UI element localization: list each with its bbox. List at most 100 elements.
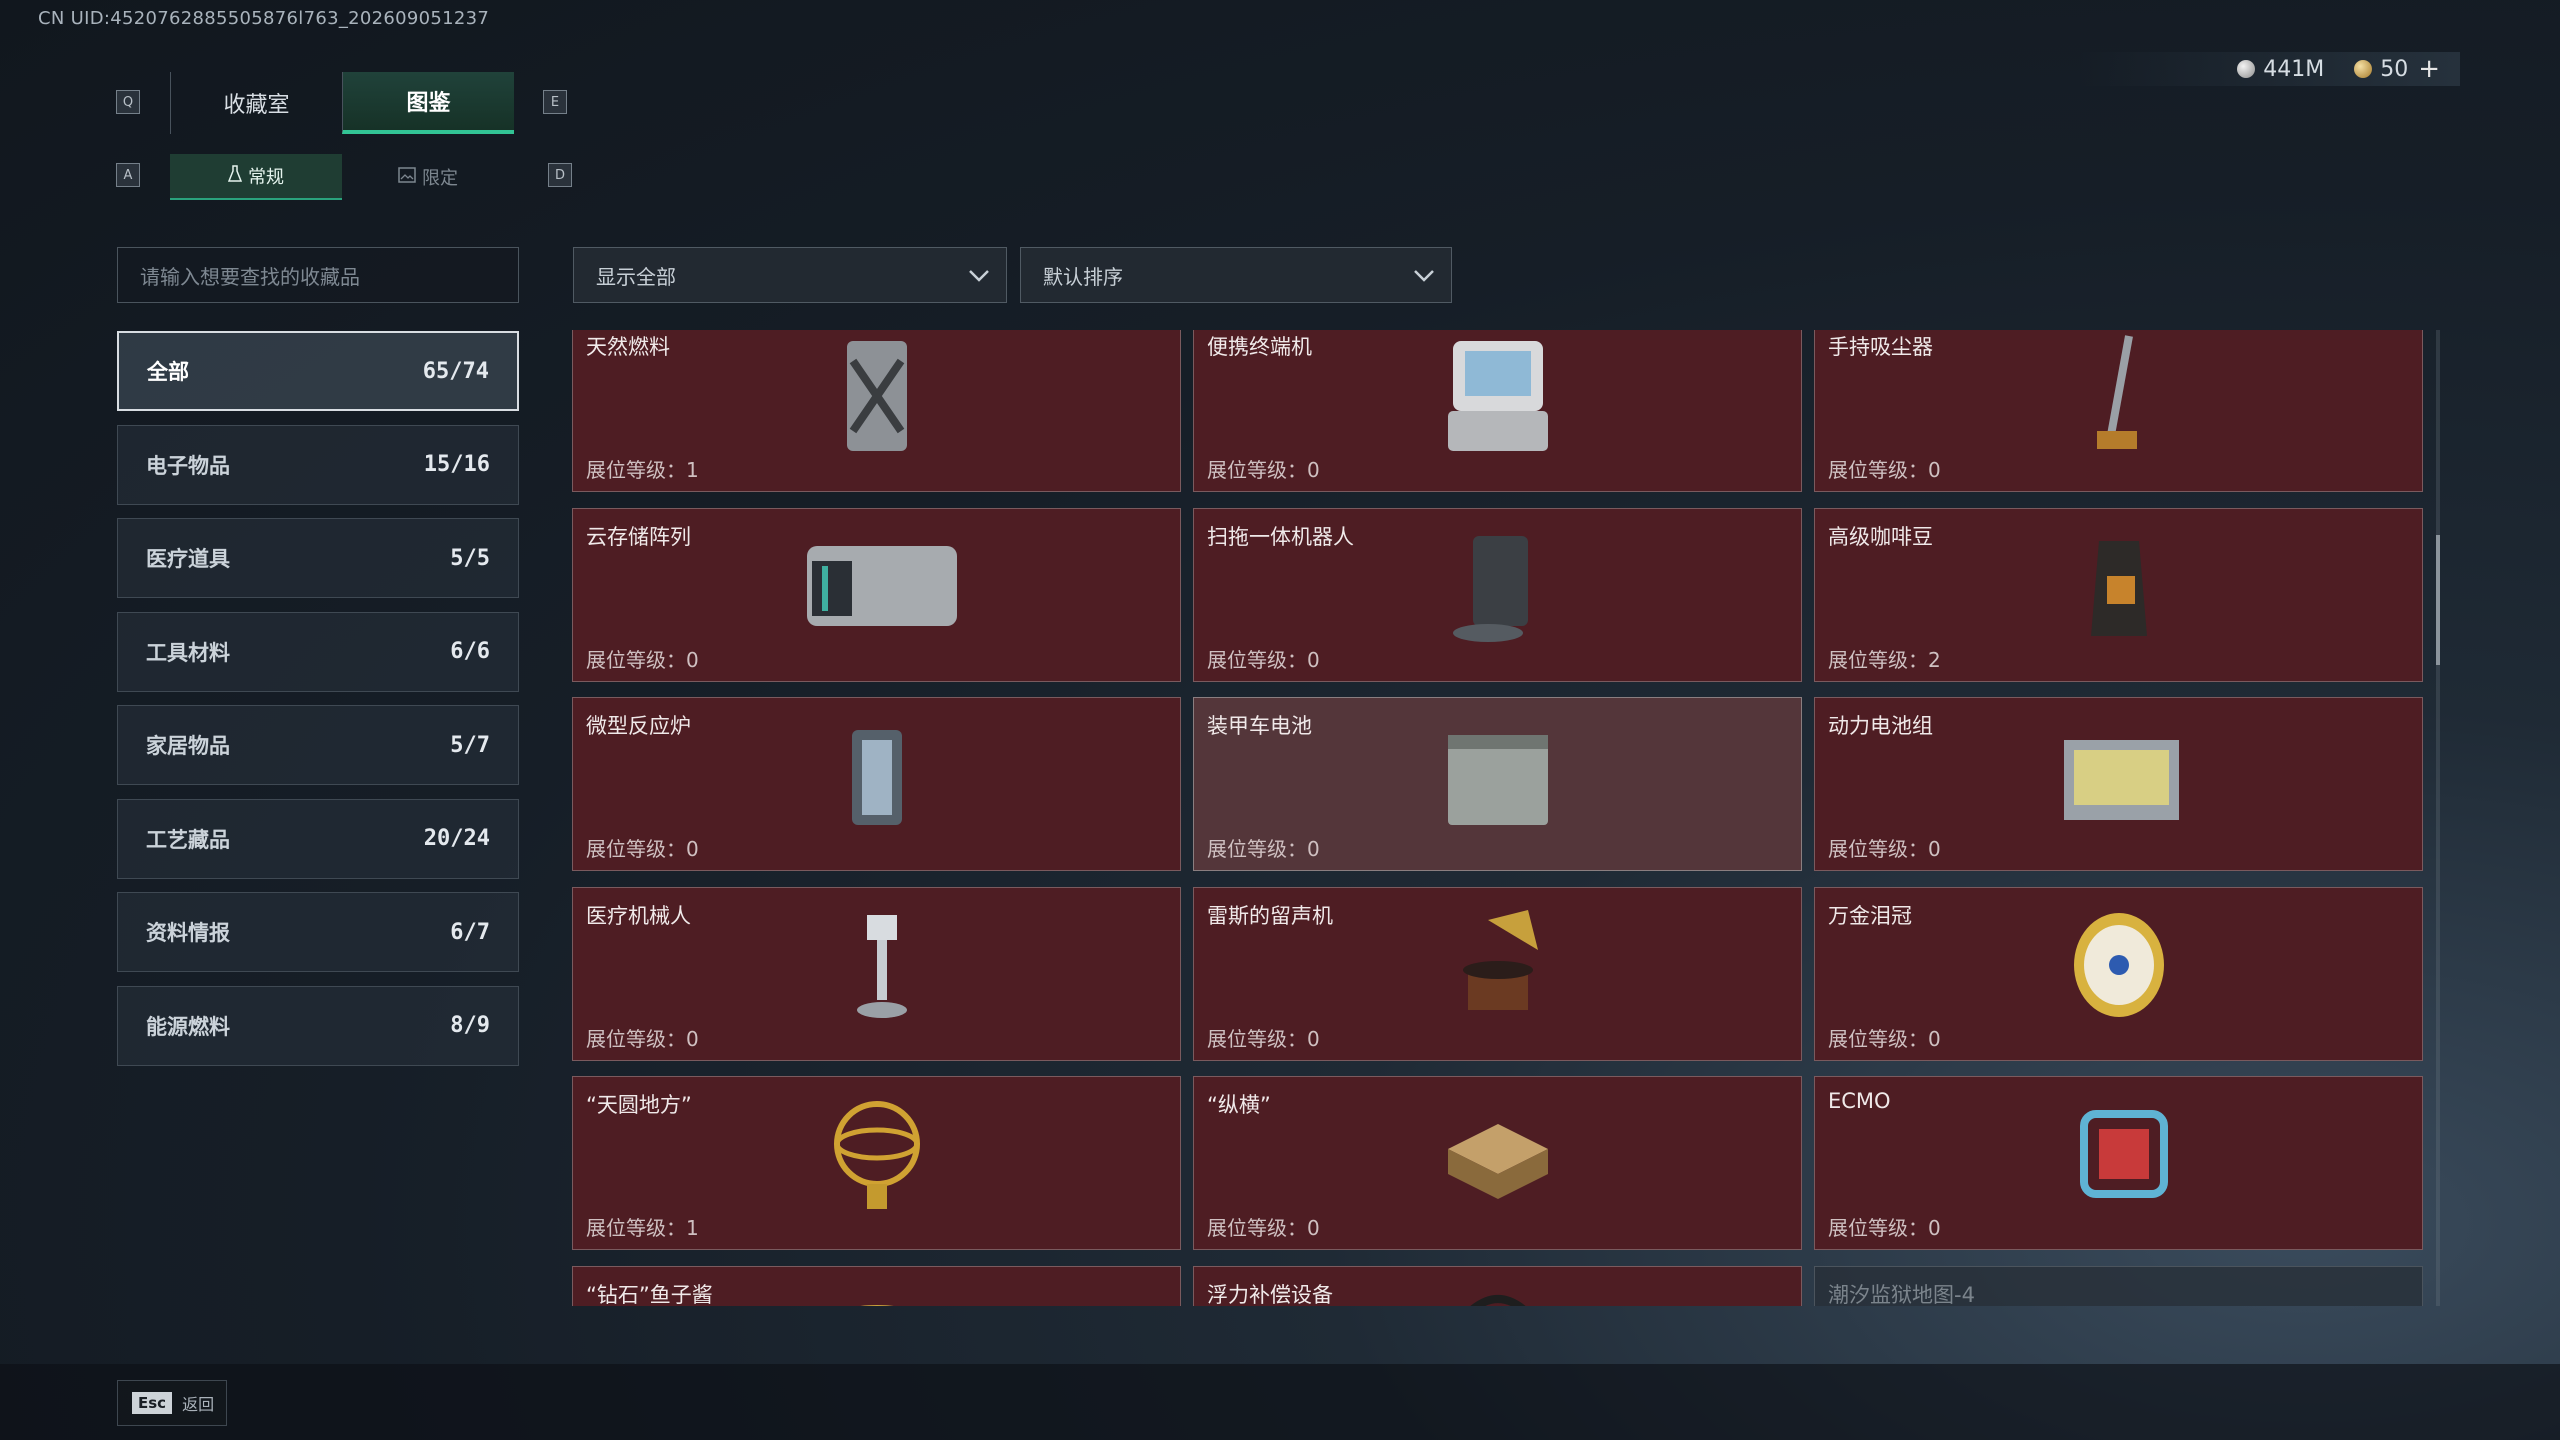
collection-card[interactable]: 动力电池组 展位等级：0 [1814, 697, 2423, 871]
item-level: 展位等级：0 [1207, 458, 1320, 482]
armillary-sphere-icon [833, 1101, 920, 1209]
category-list: 全部 65/74 电子物品 15/16 医疗道具 5/5 工具材料 6/6 家居… [117, 331, 519, 1079]
collection-card[interactable]: “天圆地方” 展位等级：1 [572, 1076, 1181, 1250]
gramophone-icon [1462, 909, 1538, 1010]
collection-card[interactable]: 万金泪冠 展位等级：0 [1814, 886, 2423, 1061]
item-level: 展位等级：0 [1207, 1026, 1320, 1051]
category-count: 65/74 [422, 358, 489, 384]
medical-robot-icon [856, 914, 907, 1018]
collection-card[interactable]: 浮力补偿设备 [1193, 1265, 1802, 1306]
category-label: 全部 [147, 360, 189, 384]
subtab-limited[interactable]: 限定 [342, 154, 514, 200]
sub-tabs: 常规 限定 [170, 154, 514, 200]
jeweled-egg-icon [2073, 912, 2164, 1017]
item-grid: 天然燃料 展位等级：1 便携终端机 展位等级：0 手持吸尘器 展位等级：0 云存储阵列 展位等… [572, 330, 2424, 1306]
server-icon [806, 545, 957, 626]
collection-card[interactable]: 手持吸尘器 展位等级：0 [1814, 330, 2423, 492]
category-household[interactable]: 家居物品 5/7 [117, 705, 519, 785]
category-tools[interactable]: 工具材料 6/6 [117, 611, 519, 692]
category-count: 6/7 [450, 919, 490, 945]
item-name: 高级咖啡豆 [1828, 524, 1933, 549]
sort-dropdown[interactable]: 默认排序 [1020, 247, 1452, 303]
category-all[interactable]: 全部 65/74 [117, 331, 519, 411]
map-icon [2029, 1279, 2209, 1307]
fuel-can-icon [846, 341, 907, 451]
search-input[interactable]: 请输入想要查找的收藏品 [117, 247, 519, 303]
item-level: 展位等级：0 [1207, 647, 1320, 672]
collection-card[interactable]: 扫拖一体机器人 展位等级：0 [1193, 507, 1802, 682]
collection-card[interactable]: 微型反应炉展位等级：0 [572, 697, 1181, 871]
subtab-regular-label: 常规 [248, 167, 284, 188]
category-label: 资料情报 [146, 921, 230, 945]
item-level: 展位等级：1 [586, 458, 699, 482]
item-name: 医疗机械人 [586, 903, 691, 928]
collection-card[interactable]: 雷斯的留声机 展位等级：0 [1193, 886, 1802, 1061]
item-name: 潮汐监狱地图-4 [1828, 1282, 1975, 1307]
subtab-regular[interactable]: 常规 [170, 154, 342, 200]
category-label: 能源燃料 [146, 1014, 230, 1039]
collection-card[interactable]: 云存储阵列 展位等级：0 [572, 507, 1181, 682]
category-energy[interactable]: 能源燃料 8/9 [117, 985, 519, 1066]
collection-card[interactable]: 装甲车电池展位等级：0 [1193, 697, 1802, 871]
back-button[interactable]: Esc 返回 [117, 1380, 227, 1426]
item-name: 天然燃料 [586, 335, 670, 359]
collection-card[interactable]: 潮汐监狱地图-4 [1814, 1265, 2423, 1307]
silver-currency: 441M [2237, 57, 2324, 82]
item-name: 云存储阵列 [586, 524, 691, 549]
collection-card[interactable]: 便携终端机展位等级：0 [1193, 330, 1802, 492]
image-icon [398, 166, 416, 188]
tab-catalog[interactable]: 图鉴 [342, 72, 514, 134]
silver-coin-icon [2237, 60, 2256, 78]
filter-dropdown[interactable]: 显示全部 [573, 247, 1007, 303]
item-name: 装甲车电池 [1207, 714, 1312, 738]
battery-icon [1447, 735, 1548, 825]
vacuum-icon [2096, 335, 2137, 449]
item-name: 微型反应炉 [586, 714, 691, 738]
main-tabs: 收藏室 图鉴 [170, 72, 514, 134]
chevron-down-icon [969, 270, 989, 282]
reactor-icon [851, 730, 902, 825]
collection-card[interactable]: 医疗机械人 展位等级：0 [572, 886, 1181, 1061]
category-count: 15/16 [423, 452, 490, 477]
scrollbar-thumb[interactable] [2436, 535, 2440, 665]
item-level: 展位等级：0 [586, 837, 699, 861]
subtab-limited-label: 限定 [422, 168, 458, 189]
category-label: 工具材料 [146, 640, 230, 665]
esc-key: Esc [132, 1392, 173, 1414]
collection-card[interactable]: 天然燃料展位等级：1 [572, 330, 1181, 492]
key-a-hint: A [116, 163, 140, 187]
category-crafts[interactable]: 工艺藏品 20/24 [117, 798, 519, 879]
category-label: 电子物品 [146, 453, 230, 478]
item-name: “纵横” [1207, 1093, 1271, 1117]
item-level: 展位等级：0 [1207, 1216, 1320, 1240]
collection-card[interactable]: “纵横” 展位等级：0 [1193, 1076, 1802, 1250]
category-electronics[interactable]: 电子物品 15/16 [117, 424, 519, 505]
category-count: 5/7 [450, 732, 490, 758]
item-name: 便携终端机 [1207, 335, 1312, 359]
collection-card[interactable]: “钻石”鱼子酱 [572, 1265, 1181, 1306]
item-name: ECMO [1828, 1089, 1891, 1113]
collection-card[interactable]: ECMO 展位等级：0 [1814, 1076, 2423, 1250]
category-medical[interactable]: 医疗道具 5/5 [117, 518, 519, 598]
chevron-down-icon [1414, 270, 1434, 282]
add-currency-button[interactable]: + [2418, 54, 2440, 84]
category-count: 6/6 [450, 639, 490, 664]
filter-value: 显示全部 [596, 264, 676, 289]
collection-card[interactable]: 高级咖啡豆 展位等级：2 [1814, 507, 2423, 682]
scrollbar[interactable] [2436, 330, 2440, 1306]
gold-amount: 50 [2380, 56, 2409, 82]
tab-collection-room[interactable]: 收藏室 [170, 72, 342, 134]
item-level: 展位等级：1 [586, 1216, 699, 1240]
category-label: 工艺藏品 [146, 827, 230, 852]
battery-pack-icon [2063, 740, 2179, 820]
item-level: 展位等级：0 [1828, 458, 1941, 482]
item-level: 展位等级：0 [1828, 1216, 1941, 1240]
coffee-bag-icon [2090, 540, 2147, 636]
key-e-hint: E [543, 90, 567, 114]
category-count: 5/5 [450, 545, 490, 571]
category-intel[interactable]: 资料情报 6/7 [117, 892, 519, 972]
uid-label: CN UID:4520762885505876l763_202609051237 [38, 8, 490, 29]
item-name: 动力电池组 [1828, 714, 1933, 738]
item-level: 展位等级：0 [1207, 837, 1320, 861]
sort-value: 默认排序 [1043, 264, 1123, 289]
